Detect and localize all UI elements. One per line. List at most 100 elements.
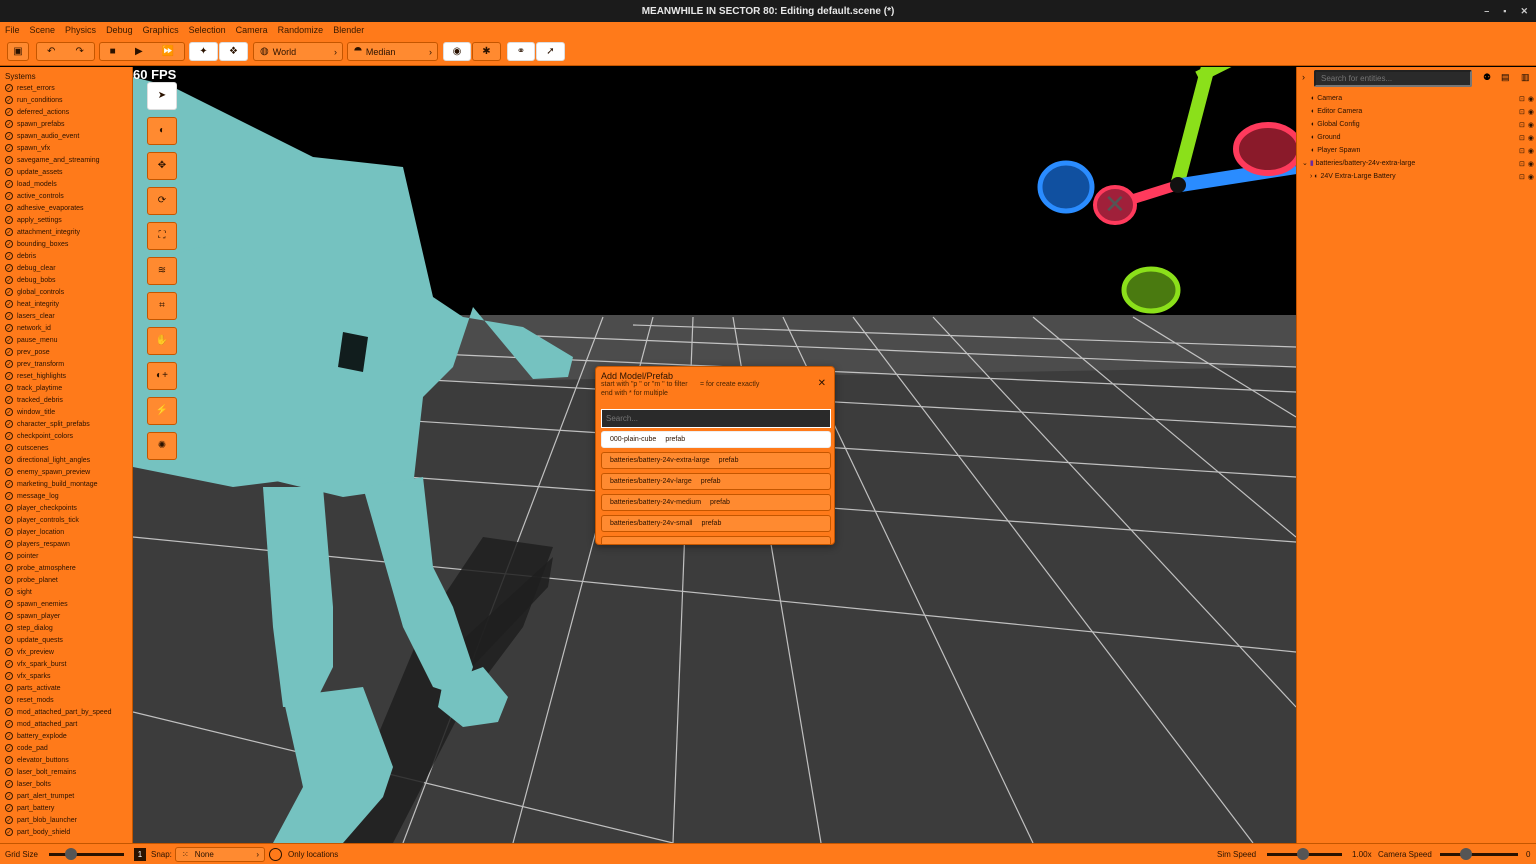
system-row[interactable]: ✓ checkpoint_colors bbox=[0, 430, 132, 442]
system-row[interactable]: ✓ mod_attached_part_by_speed bbox=[0, 706, 132, 718]
tool-scale[interactable]: ⛶ bbox=[147, 222, 177, 250]
folder-icon[interactable]: ▤ bbox=[1501, 72, 1510, 83]
system-row[interactable]: ✓ part_alert_trumpet bbox=[0, 790, 132, 802]
system-checkbox[interactable]: ✓ bbox=[5, 720, 13, 728]
redo-icon[interactable]: ↷ bbox=[76, 46, 84, 57]
prefab-list-item[interactable]: 000-plain-cube prefab bbox=[601, 431, 831, 448]
system-checkbox[interactable]: ✓ bbox=[5, 780, 13, 788]
bug-toggle-button[interactable]: ✱ bbox=[472, 42, 501, 61]
system-checkbox[interactable]: ✓ bbox=[5, 696, 13, 704]
system-row[interactable]: ✓ pause_menu bbox=[0, 334, 132, 346]
system-row[interactable]: ✓ active_controls bbox=[0, 190, 132, 202]
system-checkbox[interactable]: ✓ bbox=[5, 504, 13, 512]
eye-icon[interactable]: ◉ bbox=[1528, 108, 1534, 116]
system-checkbox[interactable]: ✓ bbox=[5, 636, 13, 644]
system-row[interactable]: ✓ savegame_and_streaming bbox=[0, 154, 132, 166]
system-checkbox[interactable]: ✓ bbox=[5, 132, 13, 140]
system-checkbox[interactable]: ✓ bbox=[5, 624, 13, 632]
system-checkbox[interactable]: ✓ bbox=[5, 276, 13, 284]
tool-select[interactable]: ➤ bbox=[147, 82, 177, 110]
system-row[interactable]: ✓ laser_bolts bbox=[0, 778, 132, 790]
system-row[interactable]: ✓ vfx_spark_burst bbox=[0, 658, 132, 670]
space-select[interactable]: ◍ World › bbox=[253, 42, 343, 61]
menu-blender[interactable]: Blender bbox=[333, 25, 364, 35]
system-row[interactable]: ✓ sight bbox=[0, 586, 132, 598]
save-button[interactable]: ▣ bbox=[7, 42, 29, 61]
close-icon[interactable]: ✕ bbox=[818, 378, 826, 389]
system-row[interactable]: ✓ directional_light_angles bbox=[0, 454, 132, 466]
system-checkbox[interactable]: ✓ bbox=[5, 288, 13, 296]
cursor-toggle-button[interactable]: ➚ bbox=[536, 42, 565, 61]
user-icon[interactable]: ⚉ bbox=[1483, 72, 1491, 83]
system-checkbox[interactable]: ✓ bbox=[5, 444, 13, 452]
system-checkbox[interactable]: ✓ bbox=[5, 552, 13, 560]
prefab-list-item[interactable]: batteries/battery-24v-medium prefab bbox=[601, 494, 831, 511]
system-row[interactable]: ✓ spawn_player bbox=[0, 610, 132, 622]
eye-icon[interactable]: ◉ bbox=[1528, 95, 1534, 103]
system-row[interactable]: ✓ part_blob_launcher bbox=[0, 814, 132, 826]
eye-icon[interactable]: ◉ bbox=[1528, 160, 1534, 168]
system-checkbox[interactable]: ✓ bbox=[5, 684, 13, 692]
system-row[interactable]: ✓ code_pad bbox=[0, 742, 132, 754]
system-checkbox[interactable]: ✓ bbox=[5, 492, 13, 500]
system-row[interactable]: ✓ bounding_boxes bbox=[0, 238, 132, 250]
system-row[interactable]: ✓ pointer bbox=[0, 550, 132, 562]
menu-physics[interactable]: Physics bbox=[65, 25, 96, 35]
system-row[interactable]: ✓ attachment_integrity bbox=[0, 226, 132, 238]
chevron-down-icon[interactable]: ⌄ bbox=[1302, 160, 1308, 167]
menu-selection[interactable]: Selection bbox=[189, 25, 226, 35]
system-row[interactable]: ✓ prev_transform bbox=[0, 358, 132, 370]
system-checkbox[interactable]: ✓ bbox=[5, 744, 13, 752]
system-row[interactable]: ✓ update_quests bbox=[0, 634, 132, 646]
system-checkbox[interactable]: ✓ bbox=[5, 120, 13, 128]
lock-icon[interactable]: ⊡ bbox=[1519, 121, 1525, 129]
maximize-button[interactable]: ▪ bbox=[1503, 6, 1506, 16]
system-row[interactable]: ✓ spawn_vfx bbox=[0, 142, 132, 154]
menu-randomize[interactable]: Randomize bbox=[278, 25, 324, 35]
grid-size-slider[interactable] bbox=[49, 853, 124, 856]
system-row[interactable]: ✓ vfx_preview bbox=[0, 646, 132, 658]
system-row[interactable]: ✓ marketing_build_montage bbox=[0, 478, 132, 490]
lock-icon[interactable]: ⊡ bbox=[1519, 173, 1525, 181]
system-checkbox[interactable]: ✓ bbox=[5, 828, 13, 836]
system-checkbox[interactable]: ✓ bbox=[5, 372, 13, 380]
menu-graphics[interactable]: Graphics bbox=[143, 25, 179, 35]
camera-speed-slider-knob[interactable] bbox=[1460, 848, 1472, 860]
fast-forward-icon[interactable]: ⏩ bbox=[162, 46, 174, 57]
system-row[interactable]: ✓ heat_integrity bbox=[0, 298, 132, 310]
tool-move[interactable]: ✥ bbox=[147, 152, 177, 180]
system-checkbox[interactable]: ✓ bbox=[5, 456, 13, 464]
tool-layers[interactable]: ≋ bbox=[147, 257, 177, 285]
entity-row[interactable]: › ◐ 24V Extra-Large Battery ⊡ ◉ bbox=[1297, 170, 1536, 183]
system-checkbox[interactable]: ✓ bbox=[5, 468, 13, 476]
system-checkbox[interactable]: ✓ bbox=[5, 576, 13, 584]
system-checkbox[interactable]: ✓ bbox=[5, 336, 13, 344]
system-checkbox[interactable]: ✓ bbox=[5, 408, 13, 416]
system-checkbox[interactable]: ✓ bbox=[5, 540, 13, 548]
eye-icon[interactable]: ◉ bbox=[1528, 121, 1534, 129]
system-checkbox[interactable]: ✓ bbox=[5, 420, 13, 428]
lock-icon[interactable]: ⊡ bbox=[1519, 147, 1525, 155]
system-row[interactable]: ✓ load_models bbox=[0, 178, 132, 190]
system-row[interactable]: ✓ network_id bbox=[0, 322, 132, 334]
system-checkbox[interactable]: ✓ bbox=[5, 108, 13, 116]
system-row[interactable]: ✓ player_location bbox=[0, 526, 132, 538]
system-checkbox[interactable]: ✓ bbox=[5, 432, 13, 440]
tool-rotate[interactable]: ⟳ bbox=[147, 187, 177, 215]
system-row[interactable]: ✓ enemy_spawn_preview bbox=[0, 466, 132, 478]
system-row[interactable]: ✓ vfx_sparks bbox=[0, 670, 132, 682]
stop-icon[interactable]: ■ bbox=[110, 46, 116, 57]
system-checkbox[interactable]: ✓ bbox=[5, 612, 13, 620]
system-checkbox[interactable]: ✓ bbox=[5, 144, 13, 152]
file-icon[interactable]: ▥ bbox=[1521, 72, 1530, 83]
system-row[interactable]: ✓ run_conditions bbox=[0, 94, 132, 106]
system-row[interactable]: ✓ mod_attached_part bbox=[0, 718, 132, 730]
eye-icon[interactable]: ◉ bbox=[1528, 134, 1534, 142]
system-checkbox[interactable]: ✓ bbox=[5, 804, 13, 812]
prefab-list-item[interactable]: batteries/battery-24v-small prefab bbox=[601, 515, 831, 532]
system-checkbox[interactable]: ✓ bbox=[5, 588, 13, 596]
system-row[interactable]: ✓ battery_explode bbox=[0, 730, 132, 742]
camera-speed-slider[interactable] bbox=[1440, 853, 1518, 856]
system-checkbox[interactable]: ✓ bbox=[5, 516, 13, 524]
system-checkbox[interactable]: ✓ bbox=[5, 228, 13, 236]
